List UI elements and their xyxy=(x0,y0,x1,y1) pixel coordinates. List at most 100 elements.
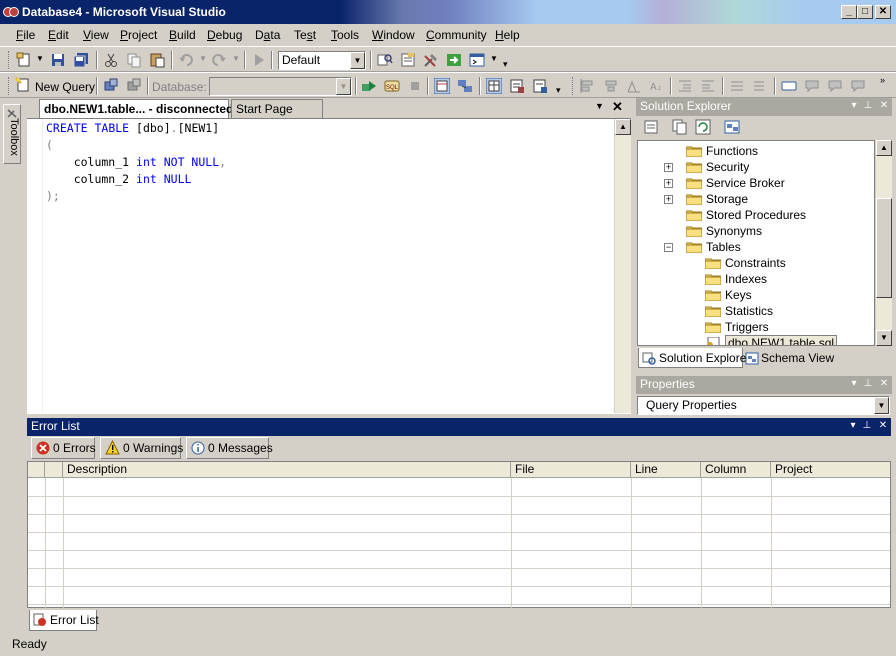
results-to-grid-icon[interactable] xyxy=(434,78,450,94)
cut-icon[interactable] xyxy=(103,52,119,68)
command-window-icon[interactable] xyxy=(469,52,485,68)
window-position-icon[interactable]: ▾ xyxy=(848,378,860,390)
errors-filter-button[interactable]: 0 Errors xyxy=(31,437,96,459)
close-document-icon[interactable]: ✕ xyxy=(612,99,623,115)
close-pane-icon[interactable]: ✕ xyxy=(878,100,890,112)
outdent-icon[interactable] xyxy=(700,78,716,94)
tree-item[interactable]: Indexes xyxy=(638,271,874,287)
maximize-button[interactable]: □ xyxy=(857,5,873,19)
warnings-filter-button[interactable]: 0 Warnings xyxy=(100,437,183,459)
window-position-icon[interactable]: ▾ xyxy=(848,100,860,112)
toolbar-grip[interactable] xyxy=(8,77,11,95)
execute-sql-icon[interactable] xyxy=(361,78,377,94)
solution-tree[interactable]: Functions + Security + Service Broker + Storag… xyxy=(637,140,875,346)
scroll-thumb[interactable] xyxy=(876,198,892,298)
collapse-icon[interactable]: − xyxy=(664,243,673,252)
tree-item[interactable]: Functions xyxy=(638,143,874,159)
tree-item[interactable]: Triggers xyxy=(638,319,874,335)
results-to-text-icon[interactable] xyxy=(509,78,525,94)
window-position-icon[interactable]: ▾ xyxy=(847,420,859,432)
toolbox-icon[interactable] xyxy=(423,52,439,68)
tree-item[interactable]: + Service Broker xyxy=(638,175,874,191)
auto-hide-pin-icon[interactable]: ⊥ xyxy=(862,378,874,390)
properties-window-icon[interactable] xyxy=(400,52,416,68)
refresh-icon[interactable] xyxy=(695,119,711,135)
redo-icon[interactable] xyxy=(211,52,227,68)
toolbar-options-icon[interactable]: ▾ xyxy=(503,59,508,70)
tree-item[interactable]: Synonyms xyxy=(638,223,874,239)
results-to-file-icon[interactable] xyxy=(532,78,548,94)
code-editor[interactable]: CREATE TABLE [dbo].[NEW1]( column_1 int … xyxy=(27,118,631,414)
editor-vertical-scrollbar[interactable]: ▲ xyxy=(614,119,631,413)
properties-object-combo[interactable]: Query Properties ▼ xyxy=(637,396,890,415)
paste-icon[interactable] xyxy=(149,52,165,68)
validate-sql-icon[interactable]: SQL xyxy=(384,78,400,94)
show-all-files-icon[interactable] xyxy=(672,119,688,135)
code-line[interactable]: column_2 int NULL xyxy=(46,171,226,188)
copy-icon[interactable] xyxy=(126,52,142,68)
code-line[interactable]: column_1 int NOT NULL, xyxy=(46,154,226,171)
tree-item[interactable]: Statistics xyxy=(638,303,874,319)
close-pane-icon[interactable]: ✕ xyxy=(877,420,889,432)
minimize-button[interactable]: _ xyxy=(841,5,857,19)
tree-item[interactable]: dbo.NEW1.table.sql xyxy=(638,335,874,345)
toolbar-options-icon[interactable]: ▾ xyxy=(556,85,561,96)
undo-dropdown-icon[interactable]: ▼ xyxy=(199,54,207,63)
solution-tree-scrollbar[interactable]: ▲ ▼ xyxy=(875,140,892,346)
toolbar-grip[interactable] xyxy=(8,51,11,69)
error-list-table[interactable]: Description File Line Column Project xyxy=(27,461,891,623)
scroll-down-icon[interactable]: ▼ xyxy=(876,330,892,346)
text-style-icon[interactable]: Az xyxy=(649,78,665,94)
display-plan-icon[interactable] xyxy=(457,78,473,94)
change-connection-icon[interactable] xyxy=(126,78,142,94)
code-line[interactable]: ); xyxy=(46,188,226,205)
database-combo[interactable]: ▼ xyxy=(209,77,352,96)
save-all-icon[interactable] xyxy=(73,52,89,68)
save-icon[interactable] xyxy=(50,52,66,68)
menu-help[interactable]: Help xyxy=(495,28,520,42)
align-lefts-icon[interactable] xyxy=(580,78,596,94)
menu-edit[interactable]: Edit xyxy=(48,28,69,42)
menu-debug[interactable]: Debug xyxy=(207,28,242,42)
tab-solution-explorer[interactable]: Solution Explorer xyxy=(638,348,750,368)
expand-icon[interactable]: + xyxy=(664,163,673,172)
find-in-files-icon[interactable] xyxy=(377,52,393,68)
previous-comment-icon[interactable] xyxy=(850,78,866,94)
dropdown-arrow-icon[interactable]: ▼ xyxy=(36,54,44,63)
comment-icon[interactable] xyxy=(804,78,820,94)
auto-hide-pin-icon[interactable]: ⊥ xyxy=(861,420,873,432)
menu-build[interactable]: Build xyxy=(169,28,196,42)
toolbar-grip[interactable] xyxy=(572,77,575,95)
tree-item[interactable]: Constraints xyxy=(638,255,874,271)
connect-icon[interactable] xyxy=(103,78,119,94)
menu-community[interactable]: Community xyxy=(426,28,487,42)
properties-icon[interactable] xyxy=(643,119,659,135)
code-line[interactable]: ( xyxy=(46,137,226,154)
tree-item[interactable]: Stored Procedures xyxy=(638,207,874,223)
code-line[interactable]: CREATE TABLE [dbo].[NEW1] xyxy=(46,120,226,137)
menu-tools[interactable]: Tools xyxy=(331,28,359,42)
solution-explorer-title[interactable]: Solution Explorer ▾ ⊥ ✕ xyxy=(636,98,892,116)
tree-item[interactable]: + Security xyxy=(638,159,874,175)
new-project-icon[interactable] xyxy=(16,52,32,68)
cancel-query-icon[interactable] xyxy=(407,78,423,94)
tab-dbo-new1-table[interactable]: dbo.NEW1.table... - disconnected xyxy=(39,99,233,118)
solution-config-combo[interactable]: Default ▼ xyxy=(278,51,366,70)
tree-item[interactable]: + Storage xyxy=(638,191,874,207)
expand-icon[interactable]: + xyxy=(664,195,673,204)
indent-icon[interactable] xyxy=(677,78,693,94)
align-rights-icon[interactable] xyxy=(626,78,642,94)
uncomment-lines-icon[interactable] xyxy=(752,78,768,94)
comment-lines-icon[interactable] xyxy=(729,78,745,94)
tree-item[interactable]: Keys xyxy=(638,287,874,303)
auto-hide-pin-icon[interactable]: ⊥ xyxy=(862,100,874,112)
tab-start-page[interactable]: Start Page xyxy=(231,99,323,118)
form-icon[interactable] xyxy=(781,78,797,94)
align-centers-icon[interactable] xyxy=(603,78,619,94)
redo-dropdown-icon[interactable]: ▼ xyxy=(232,54,240,63)
properties-title[interactable]: Properties ▾ ⊥ ✕ xyxy=(636,376,892,394)
menu-data[interactable]: Data xyxy=(255,28,280,42)
active-files-dropdown-icon[interactable]: ▼ xyxy=(595,101,604,111)
scroll-up-icon[interactable]: ▲ xyxy=(615,119,631,135)
start-debugging-icon[interactable] xyxy=(251,52,267,68)
